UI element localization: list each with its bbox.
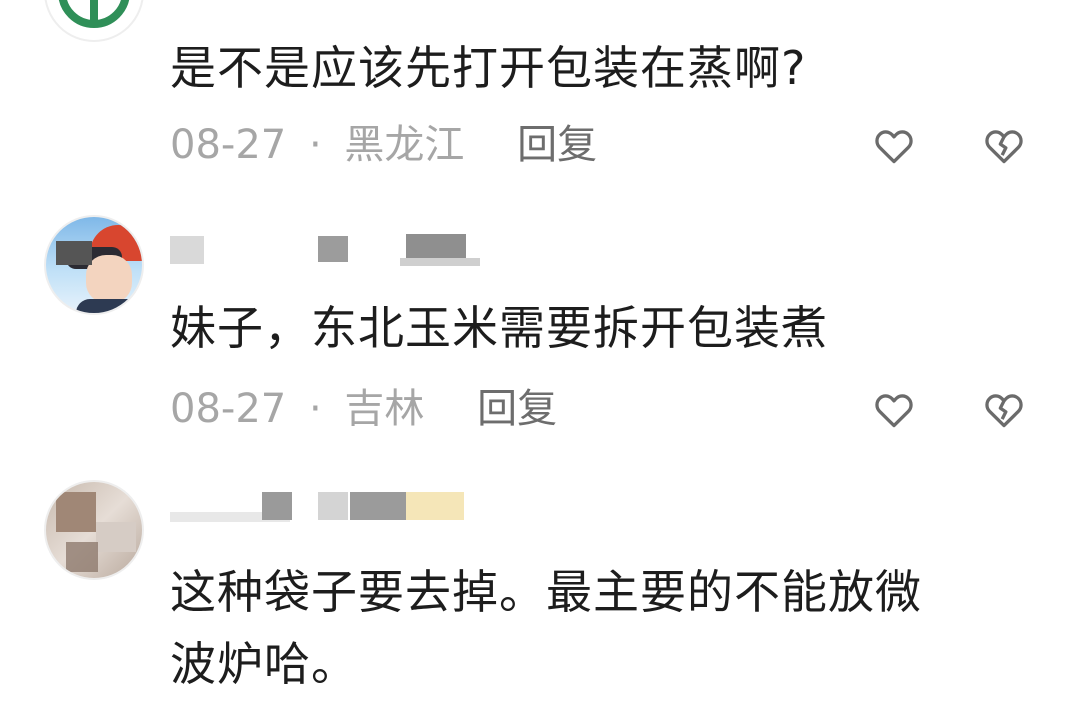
like-button[interactable] [872,124,916,168]
meta-separator: · [308,122,322,168]
username-obscured[interactable] [170,490,490,530]
comment-text-line: 波炉哈。 [170,637,358,691]
comment-text: 妹子，东北玉米需要拆开包装煮 [170,301,828,355]
username-obscured[interactable] [170,0,400,8]
reply-button[interactable]: 回复 [517,122,597,168]
dislike-button[interactable] [982,124,1026,168]
username-obscured[interactable] [170,230,490,270]
comment-text: 是不是应该先打开包装在蒸啊? [170,41,807,95]
avatar[interactable] [44,480,144,580]
comment-location: 吉林 [344,386,425,432]
meta-separator: · [308,386,322,432]
comment-text: 这种袋子要去掉。最主要的不能放微 波炉哈。 [170,556,1050,700]
comment-meta: 08-27 · 吉林 回复 [170,384,557,434]
comment-date: 08-27 [170,122,287,168]
broken-heart-icon [985,130,1023,164]
comment-location: 黑龙江 [344,122,465,168]
avatar[interactable] [44,0,144,42]
like-button[interactable] [872,388,916,432]
comment-date: 08-27 [170,386,287,432]
broken-heart-icon [985,394,1023,428]
avatar[interactable] [44,215,144,315]
reply-button[interactable]: 回复 [477,386,557,432]
heart-outline-icon [875,130,913,164]
dislike-button[interactable] [982,388,1026,432]
heart-outline-icon [875,394,913,428]
comment-meta: 08-27 · 黑龙江 回复 [170,120,597,170]
comment-text-line: 这种袋子要去掉。最主要的不能放微 [170,565,922,619]
